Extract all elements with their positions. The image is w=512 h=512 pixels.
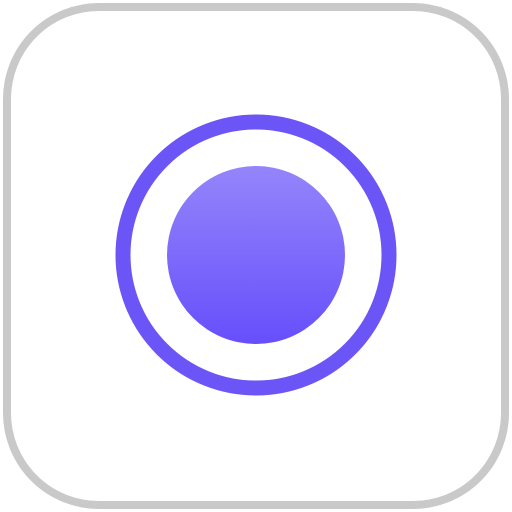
app-icon-canvas	[0, 0, 512, 512]
record-button-app-icon	[3, 3, 509, 509]
record-dot-icon	[167, 166, 345, 344]
